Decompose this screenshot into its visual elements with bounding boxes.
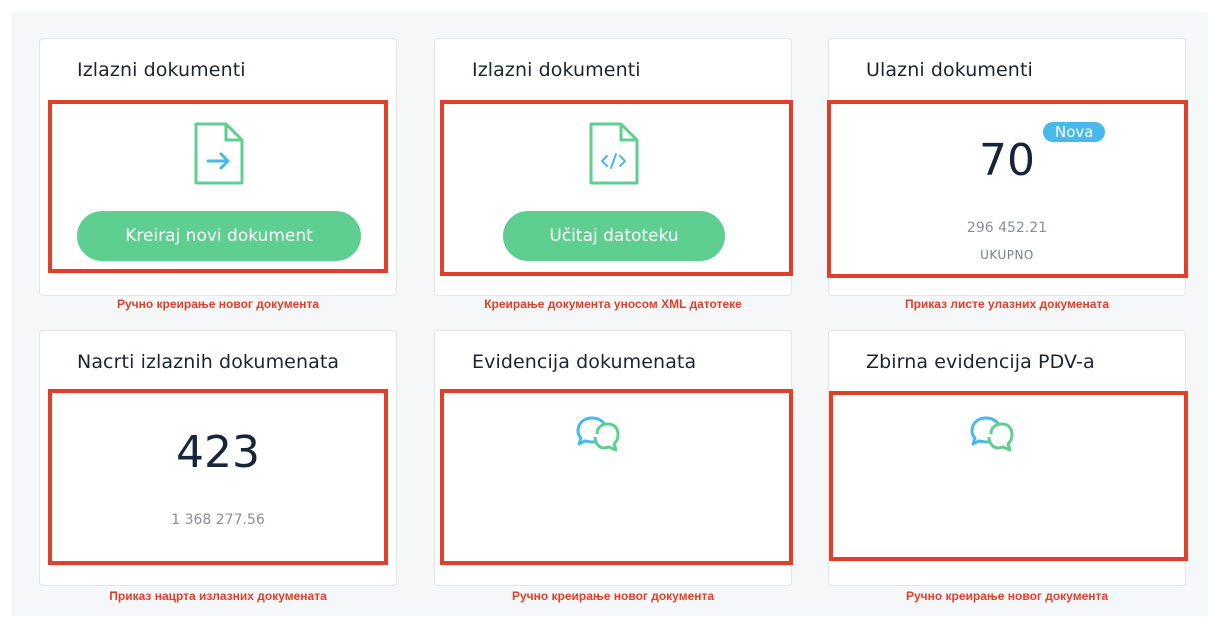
card-title: Izlazni dokumenti	[77, 59, 246, 81]
caption: Ручно креирање новог документа	[511, 589, 715, 603]
highlight-box	[440, 389, 793, 565]
highlight-box	[827, 100, 1188, 278]
card-title: Evidencija dokumenata	[472, 351, 697, 373]
caption: Креирање документа уносом XML датотеке	[484, 297, 742, 311]
highlight-box	[48, 100, 388, 273]
caption: Приказ нацрта излазних докумената	[109, 589, 327, 603]
highlight-box	[829, 391, 1188, 561]
card-title: Nacrti izlaznih dokumenata	[77, 351, 340, 373]
caption: Приказ листе улазних докумената	[904, 297, 1110, 311]
caption: Ручно креирање новог документа	[116, 297, 320, 311]
caption: Ручно креирање новог документа	[905, 589, 1109, 603]
card-title: Zbirna evidencija PDV-a	[866, 351, 1095, 373]
highlight-box	[48, 389, 388, 565]
highlight-box	[440, 100, 793, 276]
card-title: Ulazni dokumenti	[866, 59, 1033, 81]
card-title: Izlazni dokumenti	[472, 59, 641, 81]
